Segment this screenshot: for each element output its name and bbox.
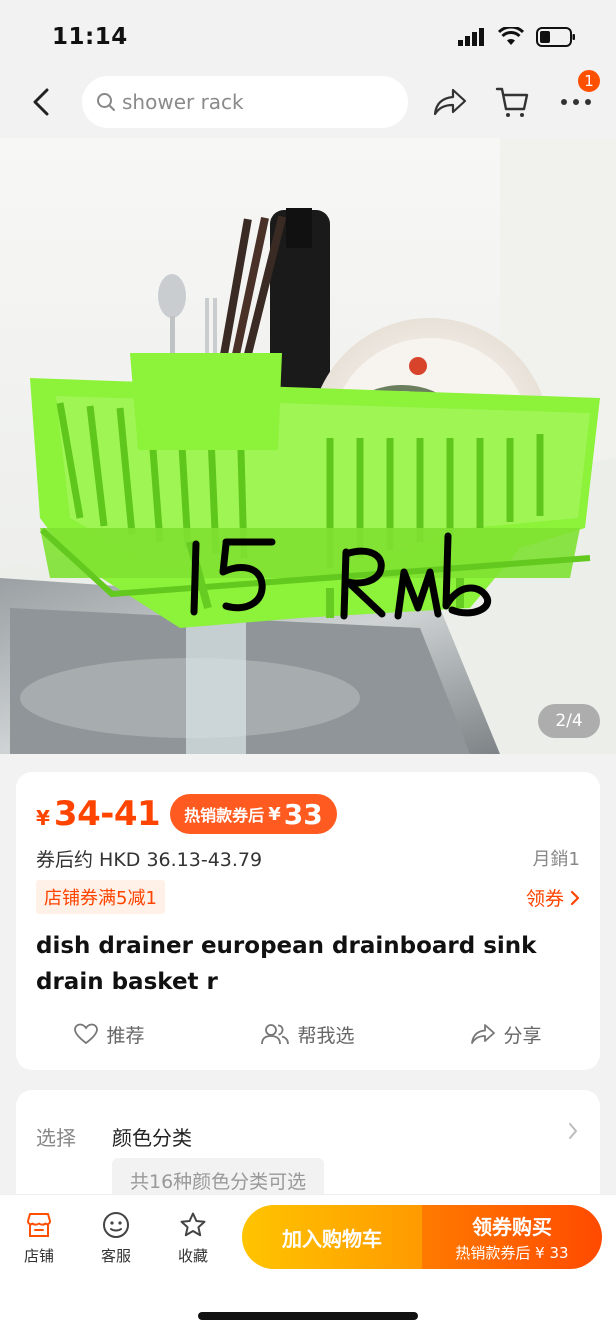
tab-store[interactable]: 店铺 (9, 1211, 69, 1266)
search-input[interactable]: shower rack (82, 76, 408, 128)
recommend-label: 推荐 (106, 1024, 145, 1047)
share-action-button[interactable]: 分享 (471, 1021, 542, 1048)
status-bar: 11:14 (0, 0, 616, 70)
share-label: 分享 (503, 1024, 542, 1047)
search-icon (97, 93, 115, 111)
select-value: 颜色分类 (112, 1126, 192, 1150)
hot-deal-currency: ¥ (268, 803, 281, 825)
tab-store-label: 店铺 (23, 1247, 54, 1265)
wifi-icon (498, 27, 524, 45)
recommend-button[interactable]: 推荐 (74, 1021, 145, 1048)
hot-deal-price-badge: 热销款券后 ¥ 33 (170, 794, 337, 834)
cart-button[interactable] (492, 82, 532, 122)
product-photo (0, 138, 616, 754)
heart-icon (74, 1023, 99, 1045)
price-card: ¥ 34-41 热销款券后 ¥ 33 券后约 HKD 36.13-43.79 月… (16, 772, 600, 1070)
search-header: shower rack 1 (0, 68, 616, 138)
price-row: ¥ 34-41 热销款券后 ¥ 33 (36, 794, 337, 834)
image-counter: 2/4 (538, 704, 600, 738)
buy-button-label: 领券购买 (472, 1215, 552, 1239)
chevron-right-icon (569, 1123, 577, 1139)
purchase-buttons: 加入购物车 领券购买 热销款券后 ¥ 33 (242, 1205, 602, 1269)
price-range: 34-41 (53, 794, 161, 834)
battery-icon (536, 27, 575, 47)
product-image-carousel[interactable]: 2/4 (0, 138, 616, 754)
share-icon (471, 1024, 496, 1044)
claim-coupon-buy-button[interactable]: 领券购买 热销款券后 ¥ 33 (422, 1205, 602, 1269)
buy-button-subtitle: 热销款券后 ¥ 33 (455, 1244, 569, 1262)
signal-icon (458, 28, 484, 46)
cart-icon (495, 87, 529, 117)
share-button[interactable] (430, 82, 470, 122)
back-button[interactable] (26, 84, 56, 120)
claim-coupon-link[interactable]: 领券 (526, 884, 580, 911)
more-dots-icon (561, 99, 591, 105)
tab-favorite[interactable]: 收藏 (163, 1211, 223, 1266)
select-label: 选择 (36, 1126, 76, 1150)
customer-service-icon (103, 1212, 129, 1238)
status-time: 11:14 (52, 24, 128, 50)
shop-coupon-tag[interactable]: 店铺券满5减1 (36, 880, 165, 914)
more-menu-button[interactable]: 1 (556, 68, 602, 122)
star-icon (180, 1212, 206, 1237)
monthly-sales: 月銷1 (532, 849, 580, 870)
store-icon (27, 1213, 51, 1237)
hot-deal-label: 热销款券后 (184, 806, 265, 825)
tab-customer-service[interactable]: 客服 (86, 1211, 146, 1266)
search-query: shower rack (122, 90, 244, 114)
tab-favorite-label: 收藏 (177, 1247, 208, 1265)
select-chevron-button[interactable] (568, 1122, 578, 1144)
product-detail-page: 11:14 shower rack 1 2/4 ¥ 34-41 热销款券后 ¥ … (0, 0, 616, 1334)
add-to-cart-button[interactable]: 加入购物车 (242, 1205, 422, 1269)
help-me-choose-button[interactable]: 帮我选 (261, 1021, 355, 1048)
help-me-choose-label: 帮我选 (297, 1024, 355, 1047)
product-title: dish drainer european drainboard sink dr… (36, 933, 537, 995)
hot-deal-price: 33 (283, 797, 323, 831)
hkd-price-text: 券后约 HKD 36.13-43.79 (36, 849, 263, 871)
status-icons (458, 27, 576, 47)
notification-badge: 1 (576, 68, 602, 94)
back-arrow-icon (33, 88, 49, 116)
home-indicator[interactable] (198, 1312, 418, 1320)
chevron-right-icon (570, 890, 580, 905)
tab-customer-service-label: 客服 (100, 1247, 131, 1265)
product-actions: 推荐 帮我选 分享 (16, 1016, 600, 1052)
share-arrow-icon (433, 88, 467, 116)
claim-coupon-label: 领券 (525, 888, 564, 910)
price-currency: ¥ (36, 806, 50, 830)
people-icon (261, 1024, 290, 1045)
